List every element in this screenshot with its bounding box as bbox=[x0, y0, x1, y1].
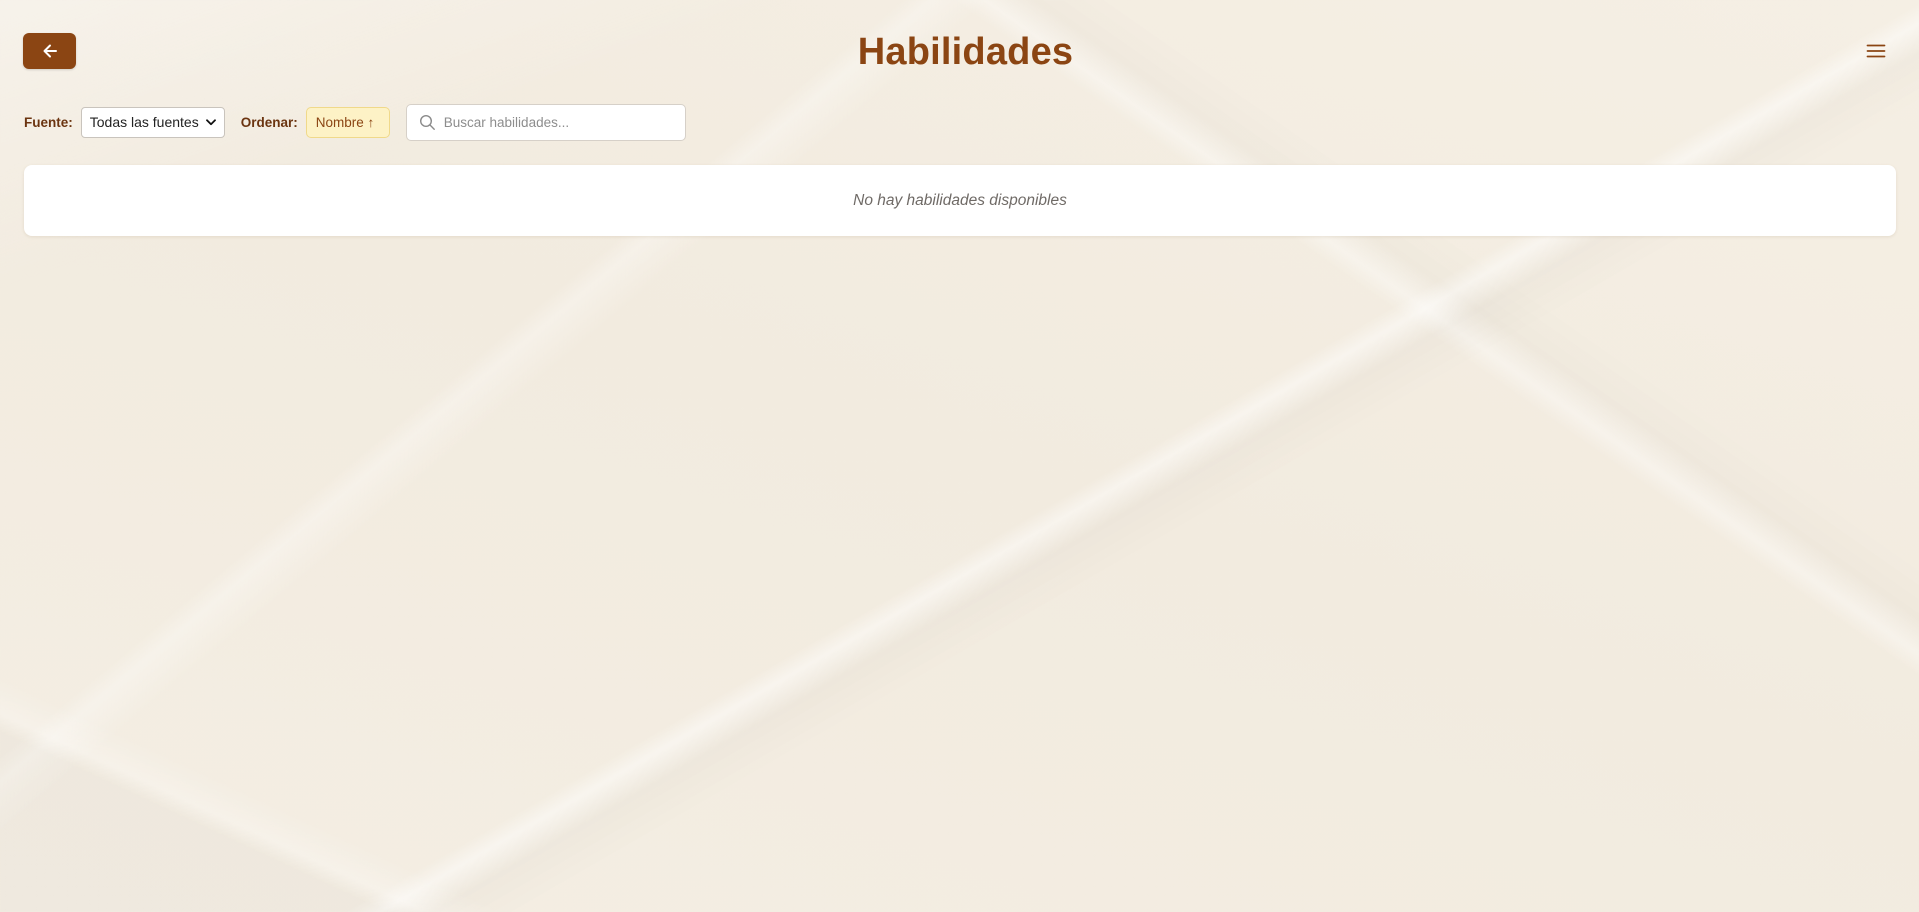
search-box bbox=[405, 103, 686, 141]
empty-state-message: No hay habilidades disponibles bbox=[853, 191, 1067, 209]
source-filter-label: Fuente: bbox=[24, 114, 73, 130]
menu-button[interactable] bbox=[1862, 38, 1890, 64]
search-input[interactable] bbox=[443, 114, 664, 130]
results-panel: No hay habilidades disponibles bbox=[24, 165, 1896, 236]
sort-by-name-button[interactable]: Nombre ↑ bbox=[305, 106, 390, 138]
filter-toolbar: Fuente: Todas las fuentes Ordenar: Nombr… bbox=[24, 102, 686, 142]
page-title: Habilidades bbox=[857, 31, 1074, 73]
top-header: Habilidades bbox=[0, 0, 1919, 104]
sort-label: Ordenar: bbox=[240, 114, 298, 130]
source-select[interactable]: Todas las fuentes bbox=[80, 106, 225, 138]
hamburger-menu-icon bbox=[1866, 44, 1886, 58]
chevron-down-icon bbox=[205, 118, 216, 125]
source-select-value: Todas las fuentes bbox=[89, 114, 199, 130]
sort-chip-label: Nombre ↑ bbox=[315, 114, 375, 130]
search-icon bbox=[419, 114, 435, 130]
